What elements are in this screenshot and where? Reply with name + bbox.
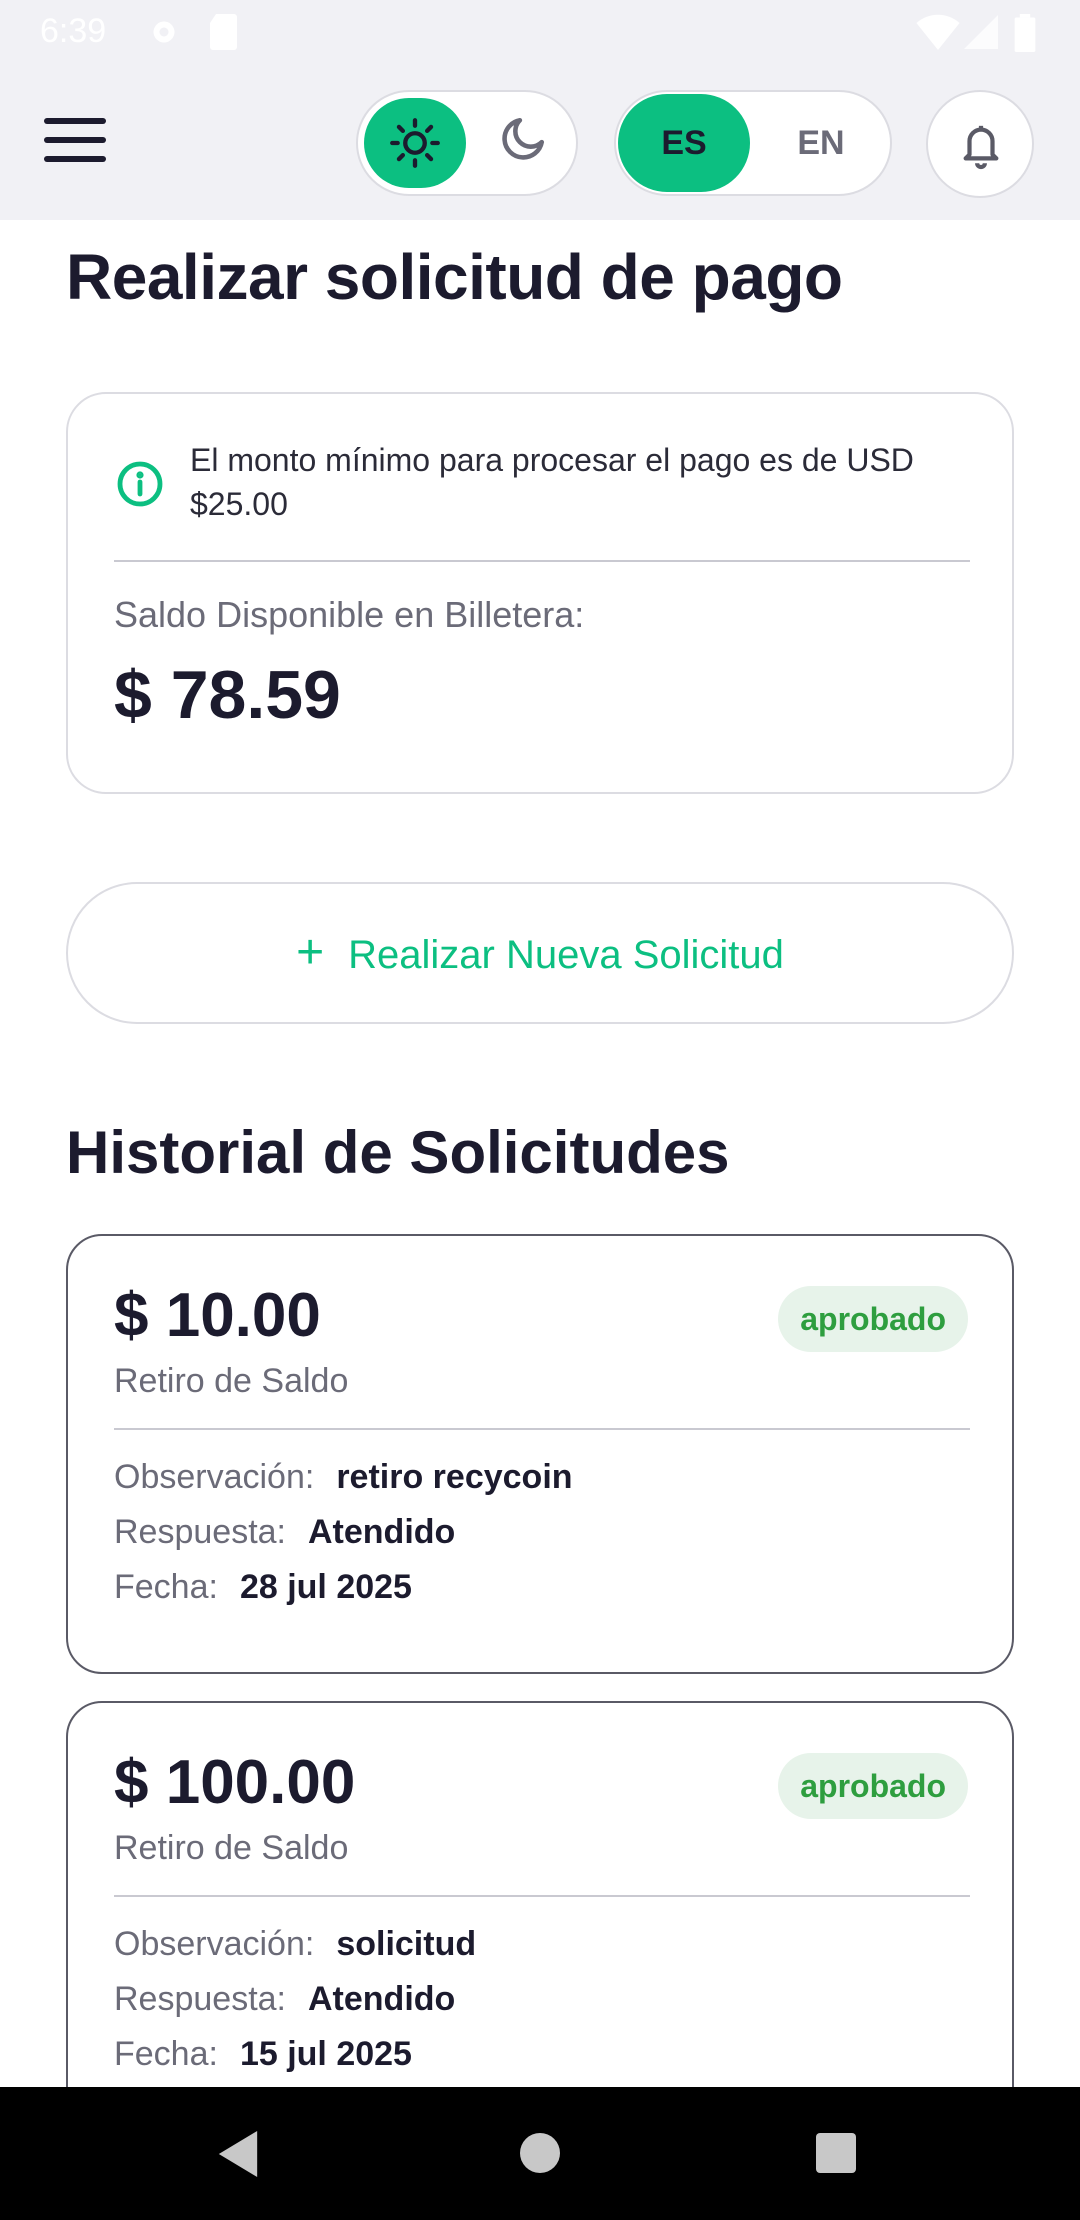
language-toggle[interactable]: ES EN	[614, 90, 892, 196]
home-icon[interactable]	[520, 2133, 560, 2173]
balance-value: $ 78.59	[114, 657, 341, 733]
date-value: 28 jul 2025	[239, 1568, 412, 1606]
response-row: Respuesta: Atendido	[114, 1980, 455, 2019]
response-row: Respuesta: Atendido	[114, 1513, 455, 1552]
info-icon	[117, 461, 163, 507]
request-card[interactable]: $ 10.00 Retiro de Saldo aprobado Observa…	[66, 1234, 1014, 1674]
request-amount: $ 100.00	[114, 1748, 356, 1817]
request-amount: $ 10.00	[114, 1281, 321, 1350]
date-row: Fecha: 28 jul 2025	[114, 1568, 412, 1607]
request-type: Retiro de Saldo	[114, 1362, 349, 1400]
light-mode-button[interactable]	[364, 98, 466, 188]
history-title: Historial de Solicitudes	[66, 1119, 730, 1186]
status-badge: aprobado	[778, 1753, 968, 1819]
minimum-amount-notice: El monto mínimo para procesar el pago es…	[190, 442, 914, 522]
status-bar: 6:39	[0, 0, 1080, 66]
observation-label: Observación:	[114, 1925, 315, 1963]
divider	[114, 1428, 970, 1430]
settings-icon	[153, 21, 175, 43]
signal-icon	[964, 15, 998, 49]
system-navigation-bar	[0, 2087, 1080, 2220]
observation-value: solicitud	[336, 1925, 477, 1963]
notifications-button[interactable]	[926, 90, 1034, 198]
status-badge: aprobado	[778, 1286, 968, 1352]
back-icon[interactable]	[218, 2131, 258, 2177]
response-value: Atendido	[308, 1513, 456, 1551]
date-value: 15 jul 2025	[239, 2035, 412, 2073]
observation-label: Observación:	[114, 1458, 315, 1496]
request-type: Retiro de Saldo	[114, 1829, 349, 1867]
date-label: Fecha:	[114, 1568, 218, 1606]
battery-icon	[1014, 14, 1036, 52]
app-header: ES EN	[0, 66, 1080, 220]
sd-card-icon	[210, 14, 237, 50]
response-label: Respuesta:	[114, 1980, 286, 2018]
lang-en-button[interactable]: EN	[766, 94, 876, 192]
balance-card: El monto mínimo para procesar el pago es…	[66, 392, 1014, 794]
sun-icon	[390, 118, 440, 168]
divider	[114, 560, 970, 562]
request-card[interactable]: $ 100.00 Retiro de Saldo aprobado Observ…	[66, 1701, 1014, 2141]
recents-icon[interactable]	[816, 2133, 856, 2173]
observation-row: Observación: retiro recycoin	[114, 1458, 573, 1497]
bell-icon	[963, 125, 999, 170]
response-label: Respuesta:	[114, 1513, 286, 1551]
page-title: Realizar solicitud de pago	[66, 241, 843, 313]
date-row: Fecha: 15 jul 2025	[114, 2035, 412, 2074]
status-time: 6:39	[40, 12, 107, 50]
new-request-label: Realizar Nueva Solicitud	[348, 933, 784, 977]
response-value: Atendido	[308, 1980, 456, 2018]
date-label: Fecha:	[114, 2035, 218, 2073]
new-request-button[interactable]: + Realizar Nueva Solicitud	[66, 882, 1014, 1024]
lang-es-button[interactable]: ES	[618, 94, 750, 192]
theme-toggle[interactable]	[356, 90, 578, 196]
hamburger-icon[interactable]	[44, 118, 106, 168]
observation-row: Observación: solicitud	[114, 1925, 476, 1964]
wifi-icon	[916, 14, 960, 50]
moon-icon[interactable]	[498, 114, 548, 164]
plus-icon: +	[296, 926, 325, 979]
balance-label: Saldo Disponible en Billetera:	[114, 594, 585, 635]
divider	[114, 1895, 970, 1897]
observation-value: retiro recycoin	[336, 1458, 573, 1496]
